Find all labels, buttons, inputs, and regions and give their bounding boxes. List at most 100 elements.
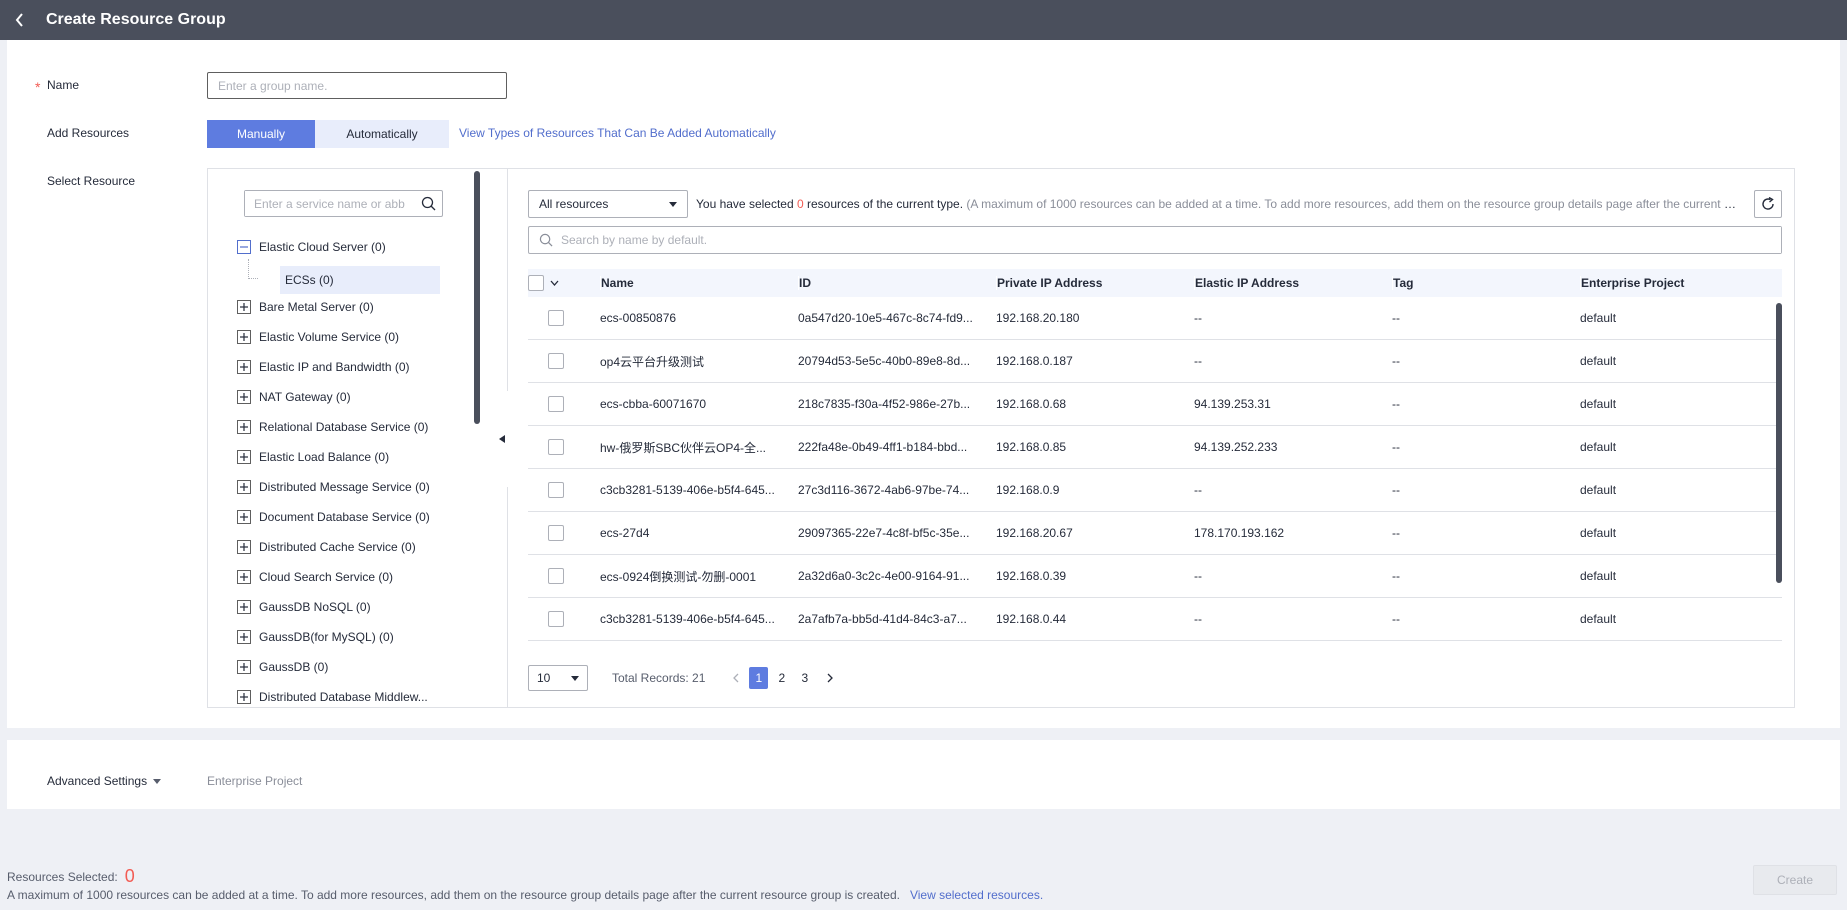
column-header-enterprise-project: Enterprise Project: [1580, 276, 1780, 290]
cell-elastic-ip: --: [1194, 354, 1202, 368]
cell-private-ip: 192.168.0.44: [996, 612, 1067, 626]
footer-note: A maximum of 1000 resources can be added…: [7, 888, 1044, 902]
table-row[interactable]: ecs-cbba-60071670 218c7835-f30a-4f52-986e…: [528, 383, 1782, 426]
cell-tag: --: [1392, 483, 1400, 497]
expand-icon[interactable]: [237, 690, 251, 704]
cell-elastic-ip: 94.139.253.31: [1194, 397, 1271, 411]
cell-private-ip: 192.168.0.39: [996, 569, 1067, 583]
tree-item-gaussdb-mysql[interactable]: GaussDB(for MySQL) (0): [237, 627, 394, 647]
expand-icon[interactable]: [237, 510, 251, 524]
resources-selected-count: 0: [124, 866, 135, 886]
column-header-name: Name: [600, 276, 798, 290]
expand-icon[interactable]: [237, 540, 251, 554]
refresh-button[interactable]: [1754, 190, 1782, 218]
tree-item-gaussdb-nosql[interactable]: GaussDB NoSQL (0): [237, 597, 371, 617]
expand-icon[interactable]: [237, 420, 251, 434]
cell-tag: --: [1392, 397, 1400, 411]
back-button[interactable]: [0, 0, 40, 40]
cell-private-ip: 192.168.0.68: [996, 397, 1067, 411]
resource-search-input[interactable]: [553, 227, 1781, 253]
tree-item-elastic-load-balance[interactable]: Elastic Load Balance (0): [237, 447, 389, 467]
next-page-button[interactable]: [820, 667, 840, 689]
expand-icon[interactable]: [237, 600, 251, 614]
row-checkbox[interactable]: [548, 525, 564, 541]
chevron-down-icon[interactable]: [550, 280, 559, 286]
caret-left-icon: [499, 435, 505, 443]
view-auto-types-link[interactable]: View Types of Resources That Can Be Adde…: [459, 126, 776, 140]
cell-private-ip: 192.168.0.9: [996, 483, 1060, 497]
cell-elastic-ip: --: [1194, 612, 1202, 626]
expand-icon[interactable]: [237, 630, 251, 644]
cell-name: ecs-27d4: [600, 526, 650, 540]
table-row[interactable]: ecs-27d4 29097365-22e7-4c8f-bf5c-35e... 19…: [528, 512, 1782, 555]
tree-item-distributed-cache-service[interactable]: Distributed Cache Service (0): [237, 537, 416, 557]
tree-item-nat-gateway[interactable]: NAT Gateway (0): [237, 387, 351, 407]
expand-icon[interactable]: [237, 330, 251, 344]
expand-icon[interactable]: [237, 450, 251, 464]
tree-scrollbar[interactable]: [474, 171, 480, 424]
cell-enterprise-project: default: [1580, 569, 1617, 583]
table-row[interactable]: c3cb3281-5139-406e-b5f4-645... 27c3d116-3…: [528, 469, 1782, 512]
refresh-icon: [1762, 197, 1774, 210]
select-all-checkbox[interactable]: [528, 275, 544, 291]
table-row[interactable]: op4云平台升级测试 20794d53-5e5c-40b0-89e8-8d... 1…: [528, 340, 1782, 383]
prev-page-button[interactable]: [725, 667, 745, 689]
tree-item-ecss[interactable]: ECSs (0): [280, 266, 440, 294]
cell-enterprise-project: default: [1580, 483, 1617, 497]
search-icon[interactable]: [421, 196, 436, 214]
tree-item-elastic-cloud-server[interactable]: Elastic Cloud Server (0): [237, 237, 386, 257]
table-header: Name ID Private IP Address Elastic IP Ad…: [528, 269, 1782, 297]
table-row[interactable]: ecs-00850876 0a547d20-10e5-467c-8c74-fd9.…: [528, 297, 1782, 340]
row-checkbox[interactable]: [548, 396, 564, 412]
tree-item-elastic-volume-service[interactable]: Elastic Volume Service (0): [237, 327, 399, 347]
row-checkbox[interactable]: [548, 310, 564, 326]
tree-item-bare-metal-server[interactable]: Bare Metal Server (0): [237, 297, 374, 317]
page-2-button[interactable]: 2: [772, 667, 791, 689]
page-size-select[interactable]: 10: [528, 665, 588, 691]
page-3-button[interactable]: 3: [795, 667, 814, 689]
resource-type-select[interactable]: All resources: [528, 190, 688, 218]
table-row[interactable]: hw-俄罗斯SBC伙伴云OP4-全... 222fa48e-0b49-4ff1-b…: [528, 426, 1782, 469]
expand-icon[interactable]: [237, 390, 251, 404]
collapse-tree-handle[interactable]: [496, 391, 508, 487]
group-name-input[interactable]: [207, 72, 507, 99]
create-button[interactable]: Create: [1753, 865, 1837, 895]
view-selected-resources-link[interactable]: View selected resources.: [910, 888, 1043, 902]
automatic-mode-button[interactable]: Automatically: [315, 120, 449, 148]
resource-selector: Elastic Cloud Server (0) ECSs (0) Bare M…: [207, 168, 1795, 708]
caret-down-icon: [153, 778, 162, 784]
tree-item-relational-database-service[interactable]: Relational Database Service (0): [237, 417, 428, 437]
advanced-settings-toggle[interactable]: Advanced Settings: [47, 774, 162, 788]
expand-icon[interactable]: [237, 480, 251, 494]
expand-icon[interactable]: [237, 570, 251, 584]
column-header-id: ID: [798, 276, 996, 290]
collapse-icon[interactable]: [237, 240, 251, 254]
row-checkbox[interactable]: [548, 568, 564, 584]
expand-icon[interactable]: [237, 660, 251, 674]
tree-item-gaussdb[interactable]: GaussDB (0): [237, 657, 328, 677]
row-checkbox[interactable]: [548, 439, 564, 455]
tree-item-distributed-message-service[interactable]: Distributed Message Service (0): [237, 477, 430, 497]
row-checkbox[interactable]: [548, 611, 564, 627]
service-search-input[interactable]: [245, 191, 405, 216]
table-scrollbar[interactable]: [1776, 303, 1782, 583]
selected-count: 0: [796, 197, 804, 211]
expand-icon[interactable]: [237, 300, 251, 314]
expand-icon[interactable]: [237, 360, 251, 374]
tree-item-elastic-ip-bandwidth[interactable]: Elastic IP and Bandwidth (0): [237, 357, 410, 377]
cell-enterprise-project: default: [1580, 311, 1617, 325]
resource-list-panel: All resources You have selected 0 resour…: [508, 169, 1794, 707]
tree-item-distributed-database-middleware[interactable]: Distributed Database Middlew...: [237, 687, 428, 707]
manual-mode-button[interactable]: Manually: [207, 120, 315, 148]
cell-id: 218c7835-f30a-4f52-986e-27b...: [798, 397, 971, 411]
cell-private-ip: 192.168.0.187: [996, 354, 1073, 368]
cell-elastic-ip: 178.170.193.162: [1194, 526, 1285, 540]
tree-item-document-database-service[interactable]: Document Database Service (0): [237, 507, 430, 527]
row-checkbox[interactable]: [548, 482, 564, 498]
row-checkbox[interactable]: [548, 353, 564, 369]
cell-enterprise-project: default: [1580, 354, 1617, 368]
tree-item-cloud-search-service[interactable]: Cloud Search Service (0): [237, 567, 393, 587]
table-row[interactable]: ecs-0924倒换测试-勿删-0001 2a32d6a0-3c2c-4e00-9…: [528, 555, 1782, 598]
table-row[interactable]: c3cb3281-5139-406e-b5f4-645... 2a7afb7a-b…: [528, 598, 1782, 641]
page-1-button[interactable]: 1: [749, 667, 769, 689]
